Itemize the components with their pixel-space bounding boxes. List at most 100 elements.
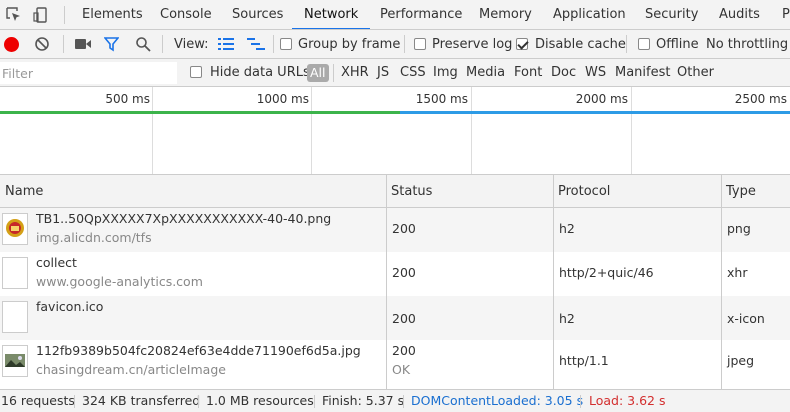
record-button[interactable] [4,37,19,52]
waterfall-overview-icon[interactable] [247,38,265,53]
request-host: www.google-analytics.com [36,274,203,289]
request-protocol: http/2+quic/46 [559,265,654,280]
summary-separator [403,395,404,408]
summary-transferred: 324 KB transferred [82,393,201,408]
request-name: favicon.ico [36,299,104,314]
summary-separator [580,395,581,408]
photo-image-icon [2,345,28,377]
request-type: png [727,221,751,236]
timeline-gridline [631,87,632,174]
request-status: 200 [392,311,416,326]
filter-type-media[interactable]: Media [466,59,505,86]
summary-separator [74,395,75,408]
search-icon[interactable] [135,36,151,55]
disable-cache-checkbox[interactable] [516,38,528,50]
tab-performance[interactable]: Performance [380,0,462,29]
tab-console[interactable]: Console [160,0,212,29]
device-toolbar-icon[interactable] [32,6,50,24]
table-row[interactable]: favicon.ico 200 h2 x-icon [0,296,790,340]
column-header-protocol[interactable]: Protocol [553,175,610,208]
screenshot-camera-icon[interactable] [75,38,91,53]
filter-type-xhr[interactable]: XHR [341,59,369,86]
table-row[interactable]: collect www.google-analytics.com 200 htt… [0,252,790,296]
timeline-gridline [152,87,153,174]
group-by-frame-checkbox[interactable] [280,38,292,50]
tab-memory[interactable]: Memory [479,0,532,29]
offline-label: Offline [656,37,699,52]
column-divider[interactable] [553,175,554,389]
request-protocol: h2 [559,311,575,326]
filter-separator [333,64,334,82]
hide-data-urls-checkbox[interactable] [190,66,202,78]
network-toolbar: View: Group by frame Preserve log Disabl… [0,30,790,59]
summary-separator [314,395,315,408]
filter-type-css[interactable]: CSS [400,59,426,86]
hide-data-urls-label: Hide data URLs [210,65,310,80]
filter-funnel-icon[interactable] [103,37,120,55]
timeline-overview[interactable]: 500 ms 1000 ms 1500 ms 2000 ms 2500 ms [0,87,790,175]
blank-file-icon [2,257,28,289]
toolbar-separator [63,35,64,53]
summary-requests: 16 requests [1,393,75,408]
inspect-element-icon[interactable] [5,6,23,24]
view-label: View: [174,37,209,52]
column-header-status[interactable]: Status [386,175,432,208]
table-row[interactable]: 112fb9389b504fc20824ef63e4dde71190ef6d5a… [0,340,790,384]
filter-type-manifest[interactable]: Manifest [615,59,670,86]
preserve-log-checkbox[interactable] [414,38,426,50]
filter-type-img[interactable]: Img [433,59,458,86]
timeline-tick-label: 1500 ms [415,92,468,106]
table-header: Name Status Protocol Type [0,175,790,208]
filter-type-all[interactable]: All [307,64,329,82]
timeline-gridline [311,87,312,174]
summary-separator [198,395,199,408]
filter-type-js[interactable]: JS [377,59,389,86]
offline-checkbox[interactable] [638,38,650,50]
request-status: 200 [392,221,416,236]
toolbar-separator [626,35,627,53]
timeline-bar-green [0,111,400,114]
request-protocol: h2 [559,221,575,236]
network-summary-bar: 16 requests 324 KB transferred 1.0 MB re… [0,389,790,412]
request-host: chasingdream.cn/articleImage [36,362,226,377]
filter-bar: Hide data URLs All XHR JS CSS Img Media … [0,59,790,87]
request-type: xhr [727,265,748,280]
column-divider[interactable] [721,175,722,389]
tab-application[interactable]: Application [553,0,626,29]
emblem-image-icon [2,213,28,245]
throttling-select[interactable]: No throttling [706,30,788,58]
request-status: 200 [392,265,416,280]
timeline-tick-label: 2000 ms [575,92,628,106]
group-by-frame-label: Group by frame [298,37,401,52]
tab-sources[interactable]: Sources [232,0,283,29]
timeline-bar-blue [400,111,790,114]
timeline-gridline [471,87,472,174]
request-name: collect [36,255,77,270]
table-row[interactable]: TB1..50QpXXXXX7XpXXXXXXXXXXX-40-40.png i… [0,208,790,252]
tab-audits[interactable]: Audits [719,0,760,29]
column-header-type[interactable]: Type [721,175,756,208]
timeline-tick-label: 2500 ms [734,92,787,106]
tab-network[interactable]: Network [292,0,371,29]
large-rows-icon[interactable] [218,38,234,53]
tab-elements[interactable]: Elements [82,0,143,29]
filter-type-ws[interactable]: WS [585,59,606,86]
request-type: x-icon [727,311,765,326]
request-name: TB1..50QpXXXXX7XpXXXXXXXXXXX-40-40.png [36,211,332,226]
toolbar-separator [162,35,163,53]
column-header-name[interactable]: Name [0,175,43,208]
tab-security[interactable]: Security [645,0,698,29]
summary-domcontentloaded: DOMContentLoaded: 3.05 s [411,393,584,408]
preserve-log-label: Preserve log [432,37,513,52]
blank-file-icon [2,301,28,333]
request-type: jpeg [727,353,755,368]
filter-type-other[interactable]: Other [677,59,714,86]
request-protocol: http/1.1 [559,353,609,368]
column-divider[interactable] [386,175,387,389]
filter-type-font[interactable]: Font [514,59,542,86]
clear-icon[interactable] [34,36,50,55]
filter-type-doc[interactable]: Doc [551,59,576,86]
tab-overflow[interactable]: Pa [782,0,790,29]
filter-input[interactable] [0,62,177,84]
timeline-tick-label: 500 ms [105,92,150,106]
